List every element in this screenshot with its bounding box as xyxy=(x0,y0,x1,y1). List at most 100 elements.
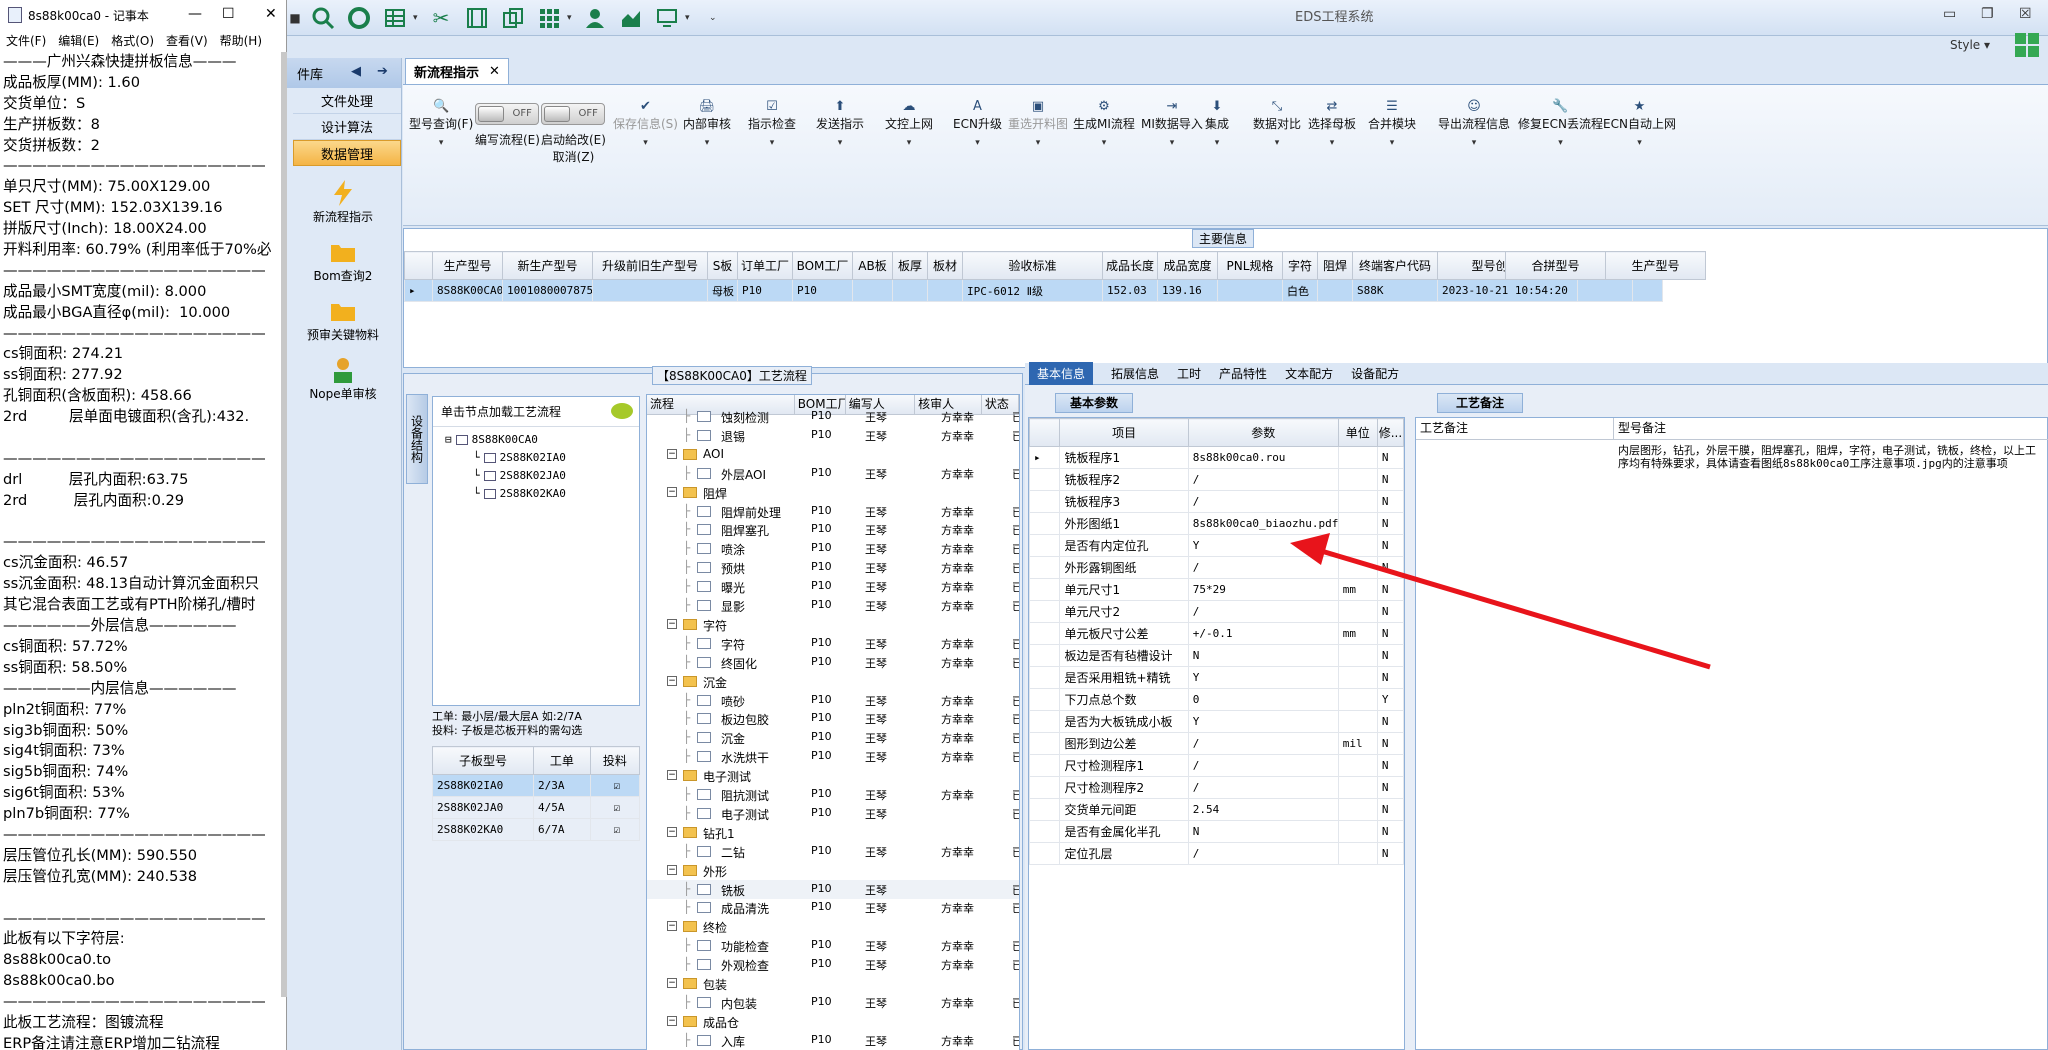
process-step-row[interactable]: ├ 成品清洗 P10 王琴 方幸幸 已审核 xyxy=(647,898,1019,917)
tab-4[interactable]: 文本配方 xyxy=(1285,365,1333,382)
table-dropdown-icon[interactable]: ▾ xyxy=(413,13,423,23)
param-cell[interactable]: N xyxy=(1187,644,1339,667)
param-row[interactable]: 外形露铜图纸 / N xyxy=(1028,556,1405,579)
ribbon-button[interactable]: 🔧 修复ECN丢流程 ▾ xyxy=(1518,99,1603,148)
ribbon-button[interactable]: ☺ 导出流程信息 ▾ xyxy=(1438,99,1510,148)
column-header[interactable]: 阻焊 xyxy=(1317,251,1353,280)
collapse-icon[interactable]: − xyxy=(667,1015,677,1026)
checkbox-cell[interactable]: ☑ xyxy=(589,774,641,797)
ribbon-button[interactable]: ☰ 合并模块 ▾ xyxy=(1368,99,1416,148)
process-group-row[interactable]: − 终检 xyxy=(647,917,1019,936)
process-step-row[interactable]: ├ 阻焊前处理 P10 王琴 方幸幸 已审核 xyxy=(647,502,1019,521)
process-step-row[interactable]: ├ 水洗烘干 P10 王琴 方幸幸 已审核 xyxy=(647,747,1019,766)
table-cell[interactable]: P10 xyxy=(737,279,793,302)
chevron-down-icon[interactable]: ▾ xyxy=(907,138,912,148)
collapse-icon[interactable]: − xyxy=(667,826,677,837)
process-step-row[interactable]: ├ 预烘 P10 王琴 方幸幸 已审核 xyxy=(647,558,1019,577)
param-cell[interactable]: 8s88k00ca0.rou xyxy=(1187,446,1339,469)
param-row[interactable]: 单元尺寸2/ N xyxy=(1028,600,1405,623)
scissors-icon[interactable]: ✂ xyxy=(423,5,459,31)
column-header[interactable]: AB板 xyxy=(852,251,893,280)
param-cell[interactable]: 2.54 xyxy=(1187,798,1339,821)
table-cell[interactable] xyxy=(1317,279,1353,302)
param-row[interactable]: 单元尺寸1 75*29 mm N xyxy=(1028,578,1405,601)
param-cell[interactable]: / xyxy=(1187,556,1339,579)
checkbox-cell[interactable]: ☑ xyxy=(589,818,641,841)
nav-item-file-processing[interactable]: 文件处理 xyxy=(293,88,401,114)
model-note-text[interactable]: 内层图形，钻孔，外层干膜，阻焊塞孔，阻焊，字符，电子测试，铣板，终检，以上工序均… xyxy=(1618,444,2038,470)
param-row[interactable]: 是否采用粗铣+精铣 Y N xyxy=(1028,666,1405,689)
param-row[interactable]: 是否有内定位孔 Y N xyxy=(1028,534,1405,557)
column-header[interactable]: 工单 xyxy=(533,746,591,775)
param-row[interactable]: 铣板程序2/ N xyxy=(1028,468,1405,491)
table-cell[interactable]: IPC-6012 Ⅱ级 xyxy=(962,279,1103,302)
ribbon-button[interactable]: OFF 编写流程(E) xyxy=(475,103,540,148)
chevron-down-icon[interactable]: ▾ xyxy=(838,138,843,148)
notepad-text[interactable]: ———广州兴森快捷拼板信息——— 成品板厚(MM): 1.60 交货单位：S 生产拼板… xyxy=(3,52,278,1050)
param-row[interactable]: 是否为大板铣成小板 Y N xyxy=(1028,710,1405,733)
process-step-row[interactable]: ├ 阻抗测试 P10 王琴 方幸幸 已审核 xyxy=(647,785,1019,804)
table-cell[interactable] xyxy=(1577,279,1633,302)
close-button[interactable]: ✕ xyxy=(265,6,277,22)
notepad-menu-item[interactable]: 编辑(E) xyxy=(58,32,99,49)
process-step-row[interactable]: ├ 终固化 P10 王琴 方幸幸 已审核 xyxy=(647,653,1019,672)
column-header[interactable]: 订单工厂 xyxy=(737,251,793,280)
column-header[interactable]: 项目 xyxy=(1059,418,1189,447)
column-header[interactable]: 子板型号 xyxy=(431,746,535,775)
process-group-row[interactable]: − 电子测试 xyxy=(647,766,1019,785)
nav-item-design-algorithm[interactable]: 设计算法 xyxy=(293,114,401,140)
process-step-row[interactable]: ├ 蚀刻检测 P10 王琴 方幸幸 已审核 xyxy=(647,407,1019,426)
process-step-row[interactable]: ├ 喷涂 P10 王琴 方幸幸 已审核 xyxy=(647,539,1019,558)
customize-toolbar-icon[interactable]: ⌄ xyxy=(709,13,719,23)
param-cell[interactable]: / xyxy=(1187,842,1339,865)
notepad-scrollbar[interactable] xyxy=(281,52,287,997)
table-row[interactable]: 2S88K02JA0 4/5A ☑ xyxy=(431,796,641,819)
toggle-switch[interactable]: OFF xyxy=(475,103,540,125)
monitor-dropdown-icon[interactable]: ▾ xyxy=(685,13,695,23)
param-row[interactable]: 下刀点总个数 0 Y xyxy=(1028,688,1405,711)
param-cell[interactable]: Y xyxy=(1187,534,1339,557)
param-cell[interactable]: 0 xyxy=(1187,688,1339,711)
process-step-row[interactable]: ├ 电子测试 P10 王琴 已编写 xyxy=(647,804,1019,823)
column-header[interactable]: BOM工厂 xyxy=(792,251,853,280)
chevron-down-icon[interactable]: ▾ xyxy=(1102,138,1107,148)
column-header[interactable]: 升级前旧生产型号 xyxy=(592,251,708,280)
process-step-row[interactable]: ├ 外层AOI P10 王琴 方幸幸 已审核 xyxy=(647,464,1019,483)
chevron-down-icon[interactable]: ▾ xyxy=(1637,138,1642,148)
ribbon-button[interactable]: ☁ 文控上网 ▾ xyxy=(885,99,933,148)
table-cell[interactable]: 2S88K02JA0 xyxy=(431,796,535,819)
param-row[interactable]: 图形到边公差 / mil N xyxy=(1028,732,1405,755)
toggle-switch[interactable]: OFF xyxy=(541,103,606,125)
param-row[interactable]: 交货单元间距 2.54 N xyxy=(1028,798,1405,821)
param-cell[interactable]: / xyxy=(1187,600,1339,623)
collapse-icon[interactable]: − xyxy=(667,978,677,988)
column-header[interactable]: 板厚 xyxy=(892,251,928,280)
column-header[interactable]: 新生产型号 xyxy=(502,251,593,280)
collapse-icon[interactable]: − xyxy=(667,618,677,629)
process-step-row[interactable]: ├ 二钻 P10 王琴 方幸幸 已审核 xyxy=(647,842,1019,861)
table-cell[interactable]: P10 xyxy=(792,279,853,302)
maximize-button[interactable]: ☐ xyxy=(222,6,235,22)
param-cell[interactable]: Y xyxy=(1187,666,1339,689)
chevron-down-icon[interactable]: ▾ xyxy=(705,138,710,148)
ribbon-button[interactable]: ★ ECN自动上网 ▾ xyxy=(1603,99,1676,148)
ribbon-button[interactable]: A ECN升级 ▾ xyxy=(953,99,1002,148)
table-row[interactable]: 2S88K02KA0 6/7A ☑ xyxy=(431,818,641,841)
collapse-icon[interactable]: − xyxy=(667,486,677,497)
table-cell[interactable] xyxy=(927,279,963,302)
param-cell[interactable]: +/-0.1 xyxy=(1187,622,1339,645)
param-row[interactable]: 板边是否有毡槽设计 N N xyxy=(1028,644,1405,667)
process-group-row[interactable]: − 沉金 xyxy=(647,672,1019,691)
column-header[interactable]: 字符 xyxy=(1282,251,1318,280)
ribbon-button[interactable]: ✔ 保存信息(S) ▾ xyxy=(613,99,678,148)
param-cell[interactable]: / xyxy=(1187,732,1339,755)
table-cell[interactable]: 152.03 xyxy=(1102,279,1158,302)
notepad-menu-item[interactable]: 查看(V) xyxy=(166,32,208,49)
notepad-menu-item[interactable]: 文件(F) xyxy=(6,32,46,49)
column-header[interactable]: S板 xyxy=(707,251,738,280)
process-group-row[interactable]: − 钻孔1 xyxy=(647,823,1019,842)
chevron-down-icon[interactable]: ▾ xyxy=(1036,138,1041,148)
param-row[interactable]: 尺寸检测程序1/ N xyxy=(1028,754,1405,777)
nav-back-icon[interactable]: ◀ xyxy=(351,64,361,79)
param-row[interactable]: 铣板程序3/ N xyxy=(1028,490,1405,513)
